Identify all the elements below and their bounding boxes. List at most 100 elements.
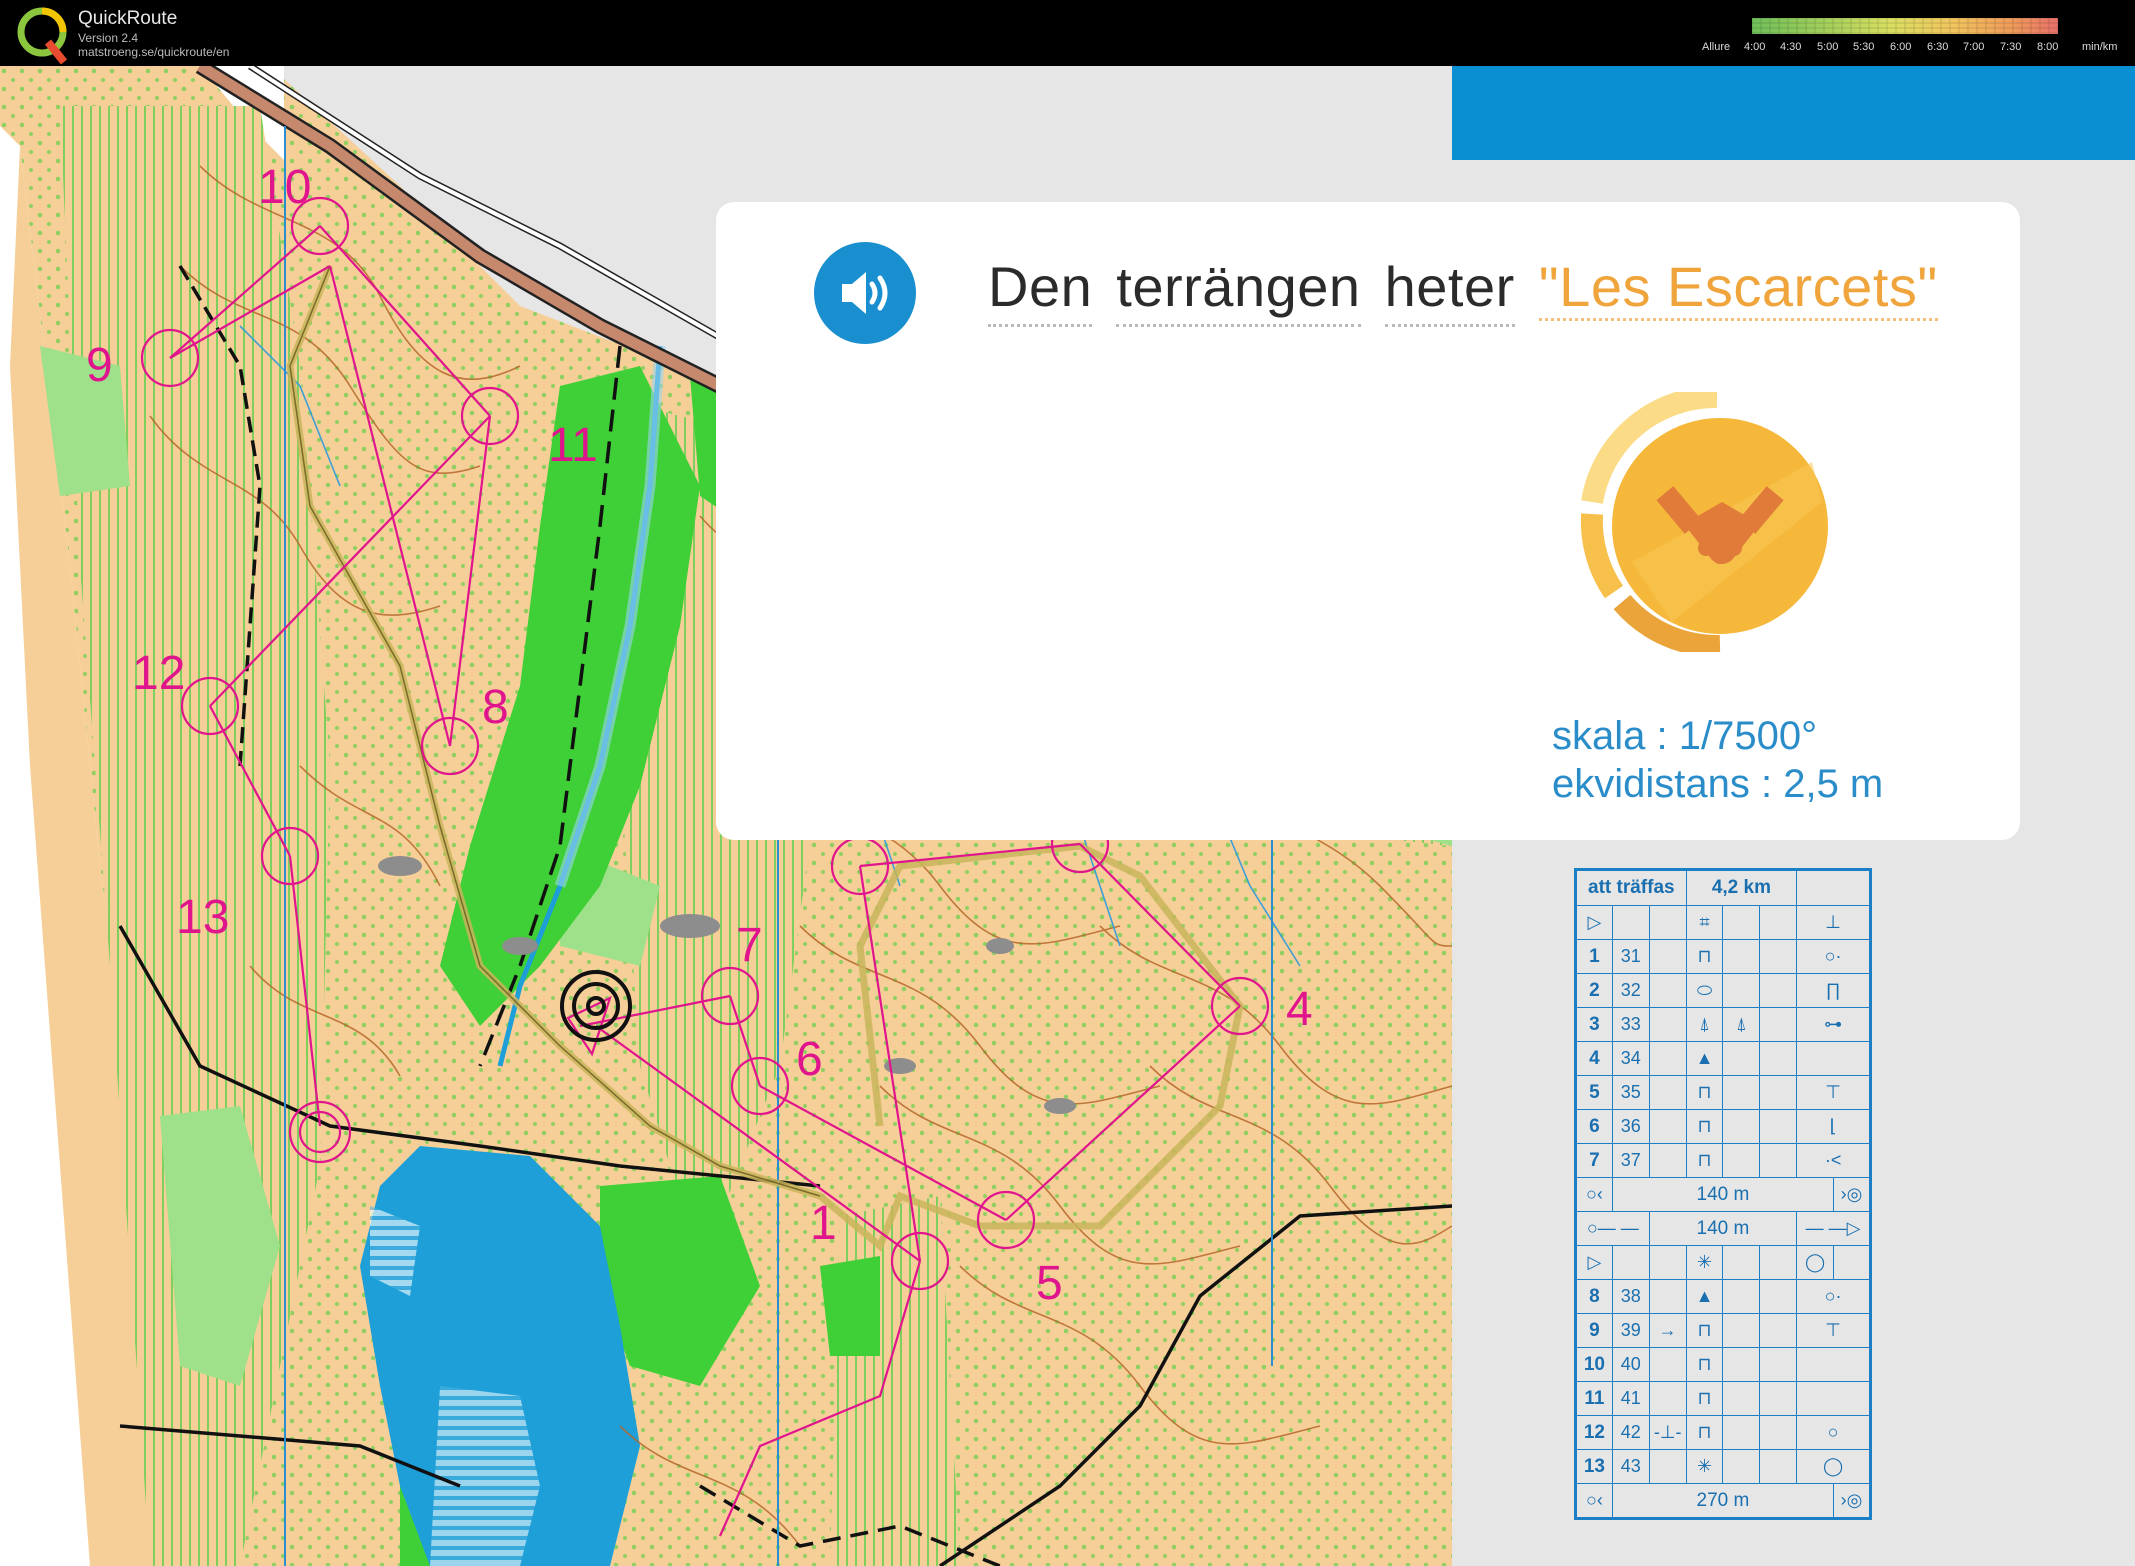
control-code: 32 <box>1611 973 1650 1008</box>
control-code: 39 <box>1611 1313 1650 1348</box>
foot-icon: ⊤ <box>1796 1313 1871 1348</box>
finish-icon: ›◎ <box>1833 1177 1871 1212</box>
control-number: 12 <box>1575 1415 1613 1450</box>
control-label-9: 9 <box>86 339 113 392</box>
control-number: 1 <box>1575 939 1613 974</box>
pace-tick: 7:30 <box>2000 41 2022 53</box>
pace-color-bar <box>1752 18 2058 34</box>
pace-legend: Allure 4:00 4:30 5:00 5:30 6:00 6:30 7:0… <box>1702 14 2135 62</box>
tree-icon: ⍋ <box>1685 1007 1724 1042</box>
control-label-12: 12 <box>132 647 186 700</box>
finish-icon: ›◎ <box>1833 1483 1871 1519</box>
control-code: 38 <box>1611 1279 1650 1314</box>
side-icon: ∏ <box>1796 973 1871 1008</box>
line-icon: -⊥- <box>1648 1415 1687 1450</box>
pace-tick: 5:30 <box>1853 41 1875 53</box>
quickroute-logo <box>17 7 68 64</box>
pace-tick: 4:30 <box>1780 41 1802 53</box>
wall-icon: ⊓ <box>1685 1415 1724 1450</box>
pace-tick: 8:00 <box>2037 41 2059 53</box>
control-code: 36 <box>1611 1109 1650 1144</box>
control-code: 42 <box>1611 1415 1650 1450</box>
terrain-name[interactable]: "Les Escarcets" <box>1538 255 1938 321</box>
handshake-badge <box>1580 392 1828 652</box>
detail-icon: ⊥ <box>1796 905 1871 940</box>
control-code: 34 <box>1611 1041 1650 1076</box>
route-tape-start-icon: ○— — <box>1575 1211 1650 1246</box>
control-number: 13 <box>1575 1449 1613 1484</box>
title-word[interactable]: terrängen <box>1116 255 1361 327</box>
start-triangle-icon: ▷ <box>1575 1245 1613 1280</box>
knoll-icon: ○· <box>1796 939 1871 974</box>
pace-tick: 4:00 <box>1744 41 1766 53</box>
angle-icon: ·< <box>1796 1143 1871 1178</box>
course-length: 4,2 km <box>1685 869 1798 906</box>
route-start-icon: ○‹ <box>1575 1483 1613 1519</box>
control-description-sheet: att träffas 4,2 km ▷ ⌗ ⊥ 1 31 ⊓ ○· 2 32 ⬭ ∏ 33… <box>1574 868 1872 1520</box>
control-number: 4 <box>1575 1041 1613 1076</box>
vegetation-icon: ✳ <box>1685 1449 1724 1484</box>
tree-icon: ⍋ <box>1722 1007 1761 1042</box>
marked-route-distance: 140 m <box>1611 1177 1835 1212</box>
control-code: 40 <box>1611 1347 1650 1382</box>
pace-label: Allure <box>1702 41 1731 53</box>
control-label-7: 7 <box>736 919 763 972</box>
pace-tick: 7:00 <box>1963 41 1985 53</box>
control-code: 31 <box>1611 939 1650 974</box>
title-bar: QuickRoute Version 2.4 matstroeng.se/qui… <box>0 0 2135 66</box>
speaker-icon <box>842 272 888 314</box>
wall-icon: ⊓ <box>1685 1381 1724 1416</box>
map-scale: skala : 1/7500° <box>1552 714 1818 758</box>
control-number: 10 <box>1575 1347 1613 1382</box>
control-label-10: 10 <box>258 161 312 214</box>
route-start-icon: ○‹ <box>1575 1177 1613 1212</box>
knoll-icon: ○· <box>1796 1279 1871 1314</box>
start-triangle-icon: ▷ <box>1575 905 1613 940</box>
between-icon: ⊶ <box>1796 1007 1871 1042</box>
wall-icon: ⊓ <box>1685 1075 1724 1110</box>
title-word[interactable]: Den <box>988 255 1093 327</box>
control-label-1: 1 <box>810 1197 837 1250</box>
control-code: 41 <box>1611 1381 1650 1416</box>
control-number: 2 <box>1575 973 1613 1008</box>
control-code: 35 <box>1611 1075 1650 1110</box>
control-code: 43 <box>1611 1449 1650 1484</box>
contour-interval: ekvidistans : 2,5 m <box>1552 762 1884 806</box>
wall-icon: ⊓ <box>1685 1143 1724 1178</box>
corner-detail-icon: ⌊ <box>1796 1109 1871 1144</box>
control-label-13: 13 <box>176 891 230 944</box>
control-code: 37 <box>1611 1143 1650 1178</box>
control-label-5: 5 <box>1036 1257 1063 1310</box>
app-name: QuickRoute <box>78 8 178 29</box>
arrow-icon: → <box>1648 1313 1687 1348</box>
route-tape-end-icon: — —▷ <box>1796 1211 1871 1246</box>
control-number: 5 <box>1575 1075 1613 1110</box>
control-number: 7 <box>1575 1143 1613 1178</box>
info-card: Den terrängen heter "Les Escarcets" skal… <box>716 202 2020 840</box>
finish-distance: 270 m <box>1611 1483 1835 1519</box>
event-name: att träffas <box>1575 869 1687 906</box>
control-number: 11 <box>1575 1381 1613 1416</box>
app-url: matstroeng.se/quickroute/en <box>78 45 230 59</box>
control-number: 6 <box>1575 1109 1613 1144</box>
wall-icon: ⊓ <box>1685 1109 1724 1144</box>
pace-tick: 6:00 <box>1890 41 1912 53</box>
control-label-8: 8 <box>482 681 509 734</box>
vegetation-icon: ✳ <box>1685 1245 1724 1280</box>
foot-icon: ⊤ <box>1796 1075 1871 1110</box>
knoll-icon: ○ <box>1796 1415 1871 1450</box>
circle-icon: ◯ <box>1796 1245 1835 1280</box>
spire-icon: ▲ <box>1685 1279 1724 1314</box>
control-number: 3 <box>1575 1007 1613 1042</box>
control-code: 33 <box>1611 1007 1650 1042</box>
app-version: Version 2.4 <box>78 31 139 45</box>
wall-icon: ⊓ <box>1685 1347 1724 1382</box>
title-word[interactable]: heter <box>1384 255 1515 327</box>
wall-icon: ⊓ <box>1685 1313 1724 1348</box>
oval-icon: ⬭ <box>1685 973 1724 1008</box>
control-label-11: 11 <box>548 419 598 472</box>
control-label-6: 6 <box>796 1033 823 1086</box>
circle-icon: ◯ <box>1796 1449 1871 1484</box>
pace-tick: 6:30 <box>1927 41 1949 53</box>
speaker-button[interactable] <box>814 242 916 344</box>
